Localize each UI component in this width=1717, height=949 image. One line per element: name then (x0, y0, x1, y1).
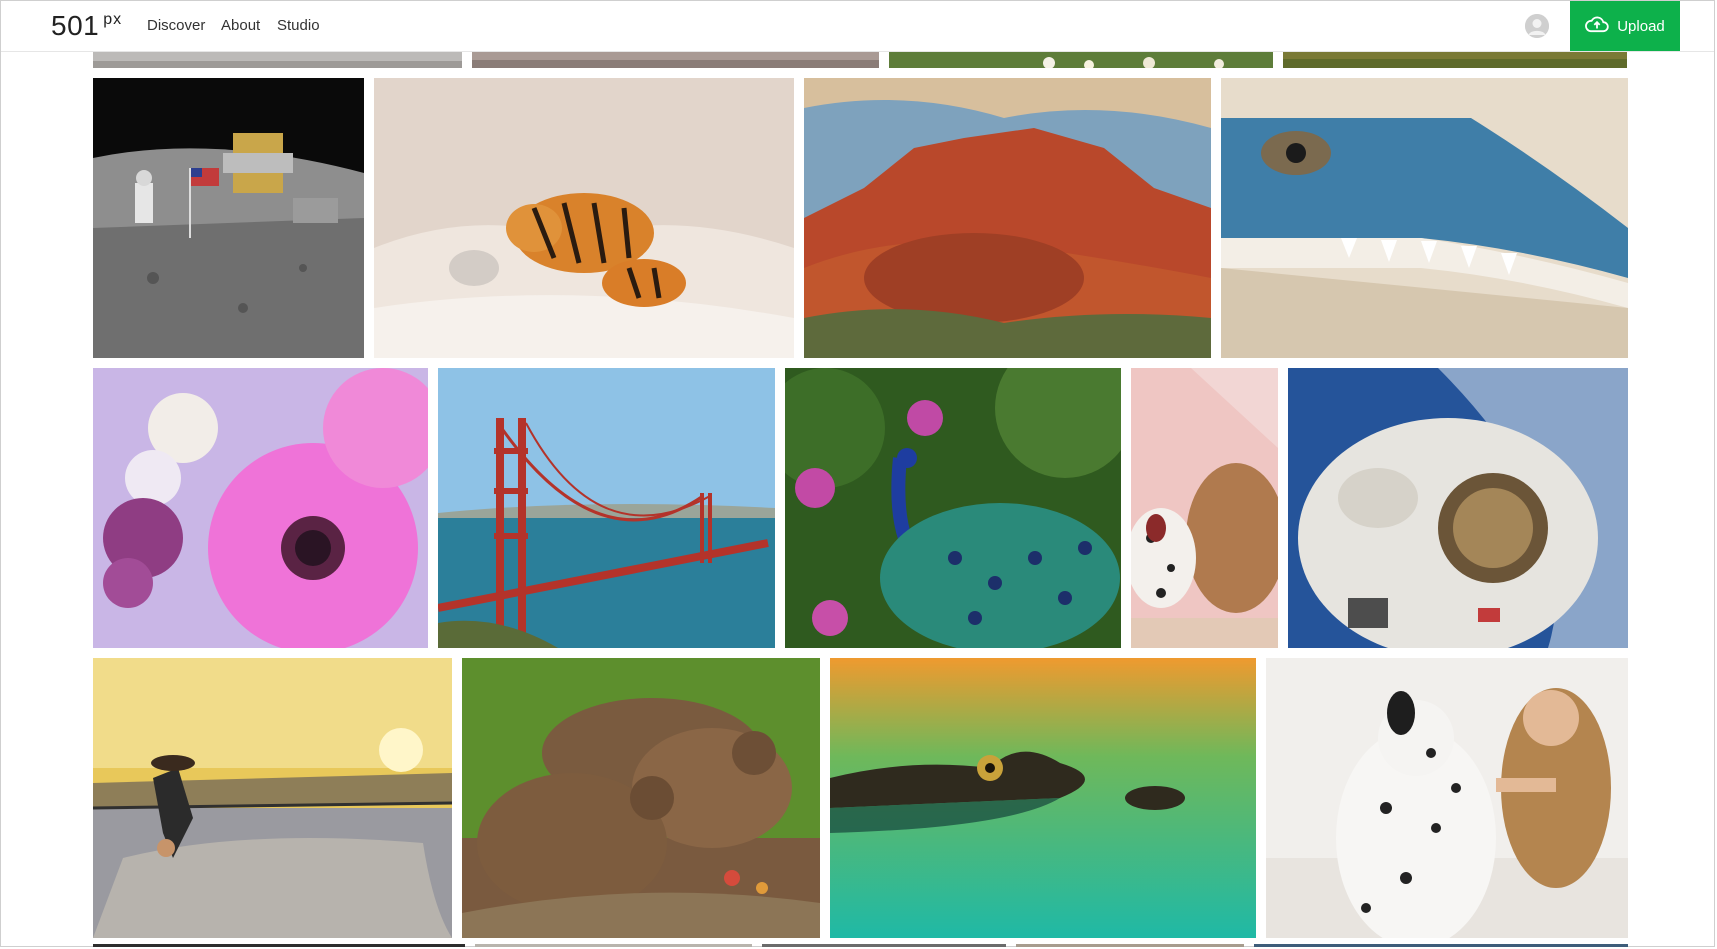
logo-suffix: px (103, 11, 123, 28)
photo-tile[interactable] (1131, 368, 1278, 648)
site-logo[interactable]: 501 px (51, 9, 122, 43)
photo-tile-partial[interactable] (472, 51, 879, 68)
nav-about-link[interactable]: About (221, 1, 260, 51)
photo-tile[interactable] (93, 658, 452, 938)
photo-tile[interactable] (438, 368, 775, 648)
user-avatar-icon[interactable] (1525, 14, 1549, 38)
photo-tile-partial[interactable] (762, 944, 1006, 947)
photo-tile-partial[interactable] (93, 51, 462, 68)
photo-tile[interactable] (462, 658, 820, 938)
photo-tile[interactable] (93, 368, 428, 648)
upload-label: Upload (1617, 17, 1665, 35)
photo-tile[interactable] (785, 368, 1121, 648)
cloud-upload-icon (1585, 15, 1609, 37)
photo-tile[interactable] (1266, 658, 1628, 938)
photo-tile[interactable] (1221, 78, 1628, 358)
logo-number: 501 (51, 10, 100, 41)
photo-tile-partial[interactable] (1016, 944, 1244, 947)
photo-tile-partial[interactable] (1254, 944, 1628, 947)
upload-button[interactable]: Upload (1570, 1, 1680, 51)
photo-tile-partial[interactable] (1283, 51, 1627, 68)
photo-tile[interactable] (374, 78, 794, 358)
photo-tile-partial[interactable] (475, 944, 752, 947)
nav-studio-link[interactable]: Studio (277, 1, 320, 51)
photo-tile-partial[interactable] (93, 944, 465, 947)
photo-tile[interactable] (1288, 368, 1628, 648)
photo-tile[interactable] (830, 658, 1256, 938)
photo-tile[interactable] (93, 78, 364, 358)
photo-tile[interactable] (804, 78, 1211, 358)
top-navbar: 501 px Discover About Studio Upload (1, 1, 1714, 52)
photo-tile-partial[interactable] (889, 51, 1273, 68)
nav-discover-link[interactable]: Discover (147, 1, 205, 51)
